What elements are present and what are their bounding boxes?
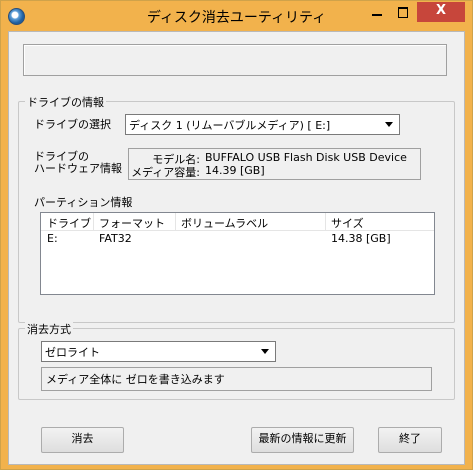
status-box	[23, 44, 447, 76]
erase-method-group: 消去方式 ゼロライト メディア全体に ゼロを書き込みます	[18, 321, 455, 400]
drive-select-value: ディスク 1 (リムーバブルメディア) [ E:]	[129, 119, 331, 132]
media-capacity-value: 14.39 [GB]	[205, 164, 265, 177]
partition-info-label: パーティション情報	[34, 196, 133, 209]
partition-list-header: ドライブ フォーマット ボリュームラベル サイズ	[41, 213, 434, 231]
erase-method-description-box: メディア全体に ゼロを書き込みます	[41, 367, 432, 391]
column-header-drive[interactable]: ドライブ	[41, 213, 94, 230]
title-bar[interactable]: ディスク消去ユーティリティ X	[1, 1, 472, 31]
erase-method-value: ゼロライト	[45, 346, 100, 359]
drive-info-group: ドライブの情報 ドライブの選択 ディスク 1 (リムーバブルメディア) [ E:…	[18, 94, 455, 323]
exit-button-label: 終了	[399, 432, 421, 445]
exit-button[interactable]: 終了	[378, 427, 442, 453]
erase-button-label: 消去	[71, 432, 94, 445]
erase-button[interactable]: 消去	[41, 427, 124, 453]
drive-info-group-title: ドライブの情報	[25, 94, 106, 110]
erase-method-group-title: 消去方式	[25, 321, 73, 337]
column-header-volume-label[interactable]: ボリュームラベル	[175, 213, 326, 230]
drive-select-dropdown[interactable]: ディスク 1 (リムーバブルメディア) [ E:]	[125, 114, 400, 135]
dialog-body: ドライブの情報 ドライブの選択 ディスク 1 (リムーバブルメディア) [ E:…	[8, 31, 465, 465]
maximize-button[interactable]	[390, 2, 416, 22]
refresh-button[interactable]: 最新の情報に更新	[251, 427, 354, 453]
row-size: 14.38 [GB]	[331, 232, 391, 245]
chevron-down-icon[interactable]	[385, 122, 393, 127]
column-header-format[interactable]: フォーマット	[93, 213, 176, 230]
column-header-size[interactable]: サイズ	[325, 213, 433, 230]
hardware-info-box: モデル名: BUFFALO USB Flash Disk USB Device …	[128, 148, 421, 180]
hardware-info-label-line2: ハードウェア情報	[34, 162, 122, 175]
erase-method-dropdown[interactable]: ゼロライト	[41, 341, 276, 362]
drive-select-label: ドライブの選択	[34, 118, 111, 131]
erase-method-description: メディア全体に ゼロを書き込みます	[46, 373, 225, 386]
row-format: FAT32	[99, 232, 132, 245]
partition-list[interactable]: ドライブ フォーマット ボリュームラベル サイズ E: FAT32 14.38 …	[40, 212, 435, 295]
row-drive: E:	[47, 232, 58, 245]
refresh-button-label: 最新の情報に更新	[258, 432, 347, 445]
chevron-down-icon[interactable]	[261, 349, 269, 354]
model-name-value: BUFFALO USB Flash Disk USB Device	[205, 151, 407, 164]
minimize-button[interactable]	[364, 2, 390, 22]
app-window: ディスク消去ユーティリティ X ドライブの情報 ドライブの選択 ディスク 1 (…	[0, 0, 473, 470]
media-capacity-key: メディア容量:	[131, 166, 200, 179]
close-button[interactable]: X	[417, 2, 465, 22]
close-icon: X	[435, 3, 447, 18]
